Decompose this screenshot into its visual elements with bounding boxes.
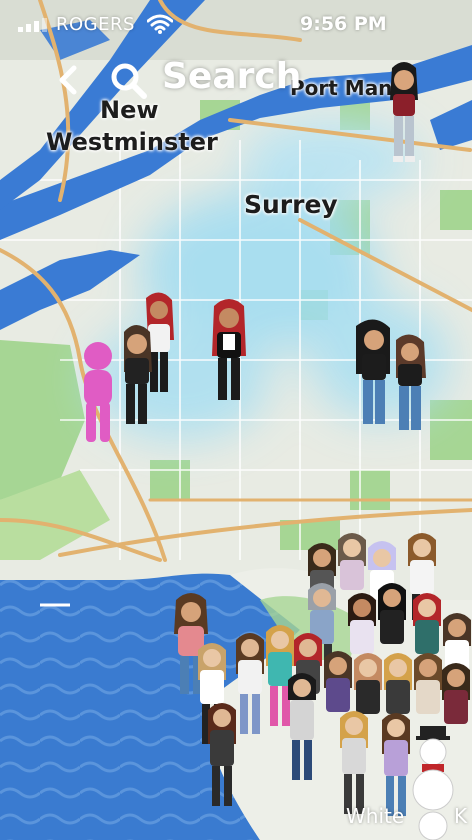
friend-avatar[interactable] bbox=[208, 296, 250, 406]
clock: 9:56 PM bbox=[300, 13, 387, 35]
friend-avatar-group[interactable] bbox=[120, 290, 180, 430]
carrier-name: ROGERS bbox=[56, 14, 135, 35]
friends-crowd-cluster[interactable] bbox=[198, 530, 472, 840]
friend-avatar[interactable] bbox=[384, 60, 424, 170]
wifi-icon bbox=[147, 14, 173, 34]
back-chevron-icon[interactable] bbox=[54, 62, 82, 98]
place-surrey: Surrey bbox=[244, 190, 338, 219]
friend-avatar-group[interactable] bbox=[352, 318, 432, 440]
status-bar: ROGERS 9:56 PM bbox=[0, 0, 472, 44]
place-new-westminster-line2: Westminster bbox=[46, 128, 218, 156]
search-icon bbox=[111, 63, 147, 99]
place-partial-label: K bbox=[454, 804, 468, 828]
my-avatar-silhouette[interactable] bbox=[78, 340, 118, 444]
place-new-westminster-line1: New bbox=[100, 96, 159, 124]
search-label: Search bbox=[162, 56, 302, 97]
place-white-rock-partial: White bbox=[346, 804, 405, 828]
signal-icon bbox=[18, 18, 47, 32]
